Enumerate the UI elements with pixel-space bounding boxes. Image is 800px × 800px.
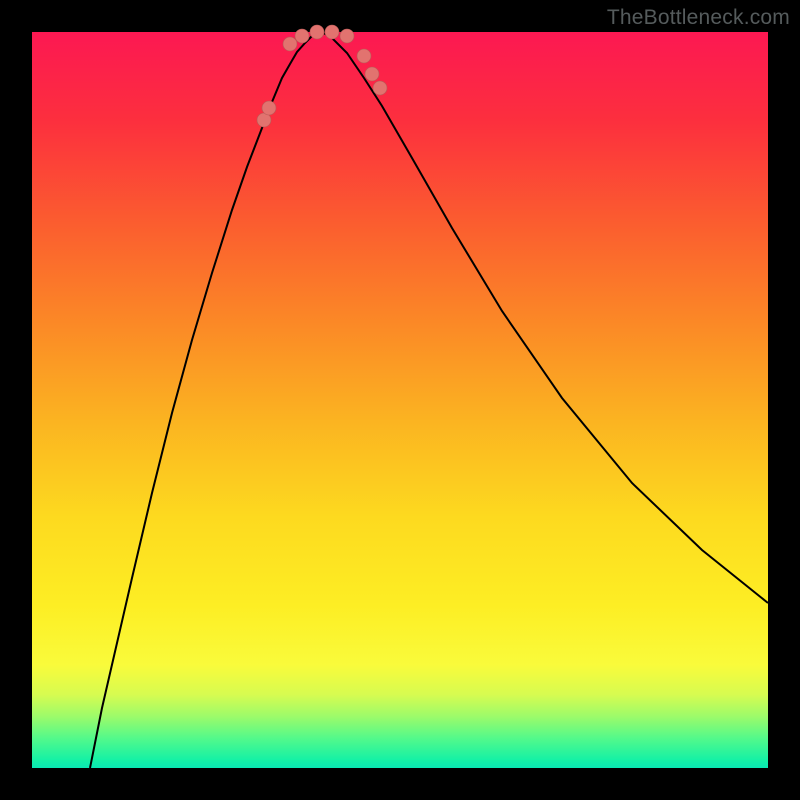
marker-dot	[340, 29, 354, 43]
chart-stage: TheBottleneck.com	[0, 0, 800, 800]
marker-dot	[373, 81, 387, 95]
plot-area	[32, 32, 768, 768]
marker-dot	[357, 49, 371, 63]
marker-dot	[310, 25, 324, 39]
marker-dot	[325, 25, 339, 39]
marker-dots	[257, 25, 387, 127]
marker-dot	[262, 101, 276, 115]
left-curve	[90, 32, 322, 768]
marker-dot	[295, 29, 309, 43]
curve-layer	[32, 32, 768, 768]
watermark-text: TheBottleneck.com	[607, 6, 790, 30]
marker-dot	[283, 37, 297, 51]
marker-dot	[365, 67, 379, 81]
right-curve	[322, 32, 768, 603]
